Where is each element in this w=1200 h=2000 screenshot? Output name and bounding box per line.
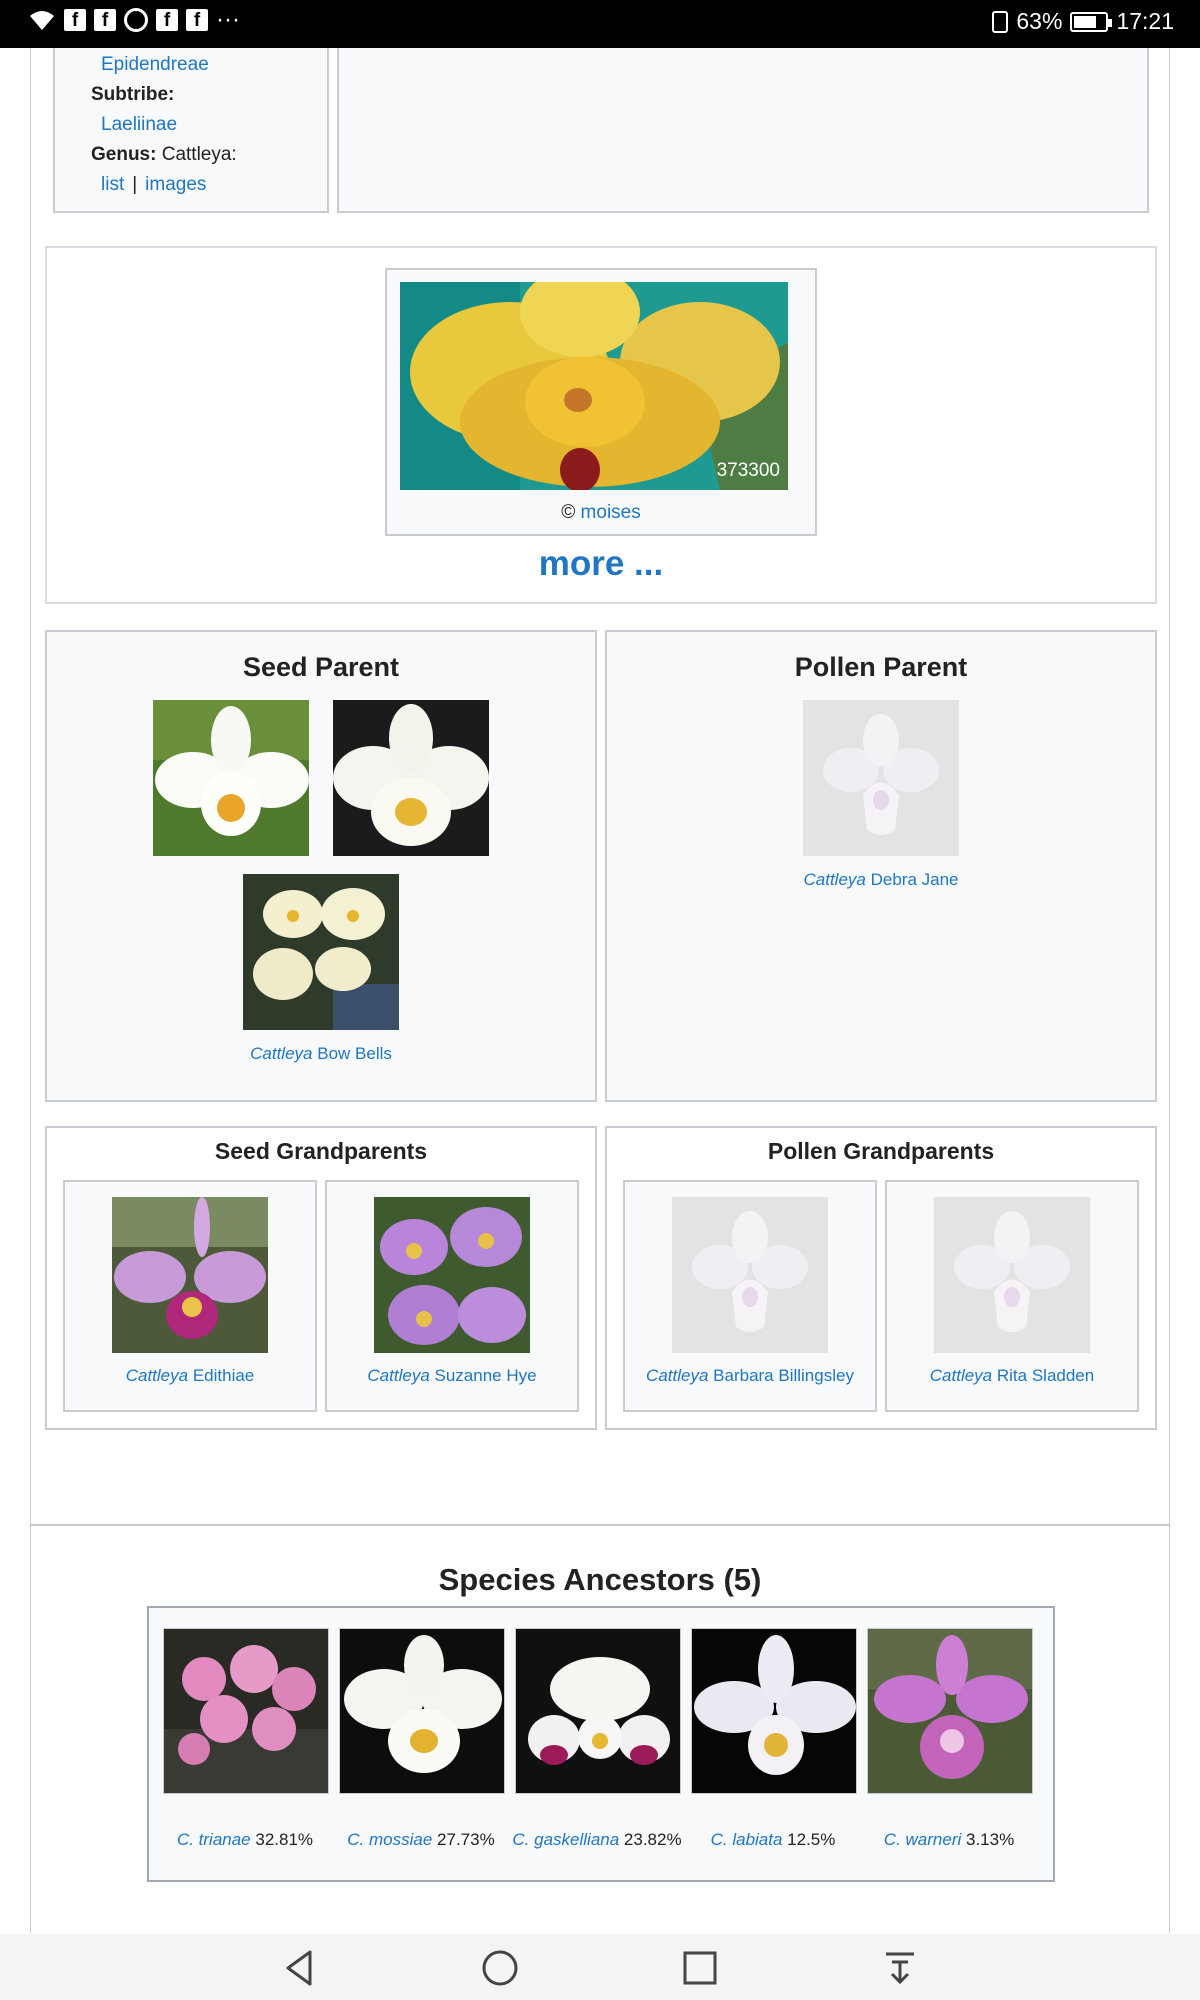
photo-gallery: 373300 © moises more ...: [45, 246, 1157, 604]
home-icon[interactable]: [478, 1946, 522, 1990]
back-icon[interactable]: [278, 1946, 322, 1990]
status-bar: f f f f ··· 63% 17:21: [0, 0, 1200, 48]
species-ancestors-title: Species Ancestors (5): [438, 1562, 762, 1597]
ancestor-image[interactable]: [163, 1628, 329, 1794]
grandparent-genus: Cattleya: [929, 1366, 993, 1385]
grandparent-card: Cattleya Rita Sladden: [885, 1180, 1139, 1412]
grandparent-image[interactable]: [374, 1197, 530, 1353]
ancestor-image[interactable]: [867, 1628, 1033, 1794]
genus-images-link[interactable]: images: [145, 174, 206, 195]
ancestor-link[interactable]: C. trianae: [177, 1830, 251, 1849]
grandparent-genus: Cattleya: [367, 1366, 430, 1385]
grandparent-placeholder-image[interactable]: [672, 1197, 828, 1353]
taxonomy-box: Epidendreae Subtribe: Laeliinae Genus: C…: [53, 48, 329, 213]
seed-parent-box: Seed Parent Cattleya Bow Bells: [45, 630, 597, 1102]
ancestor-image[interactable]: [691, 1628, 857, 1794]
vibrate-icon: [992, 10, 1009, 33]
facebook-icon: f: [156, 9, 178, 31]
pollen-parent-caption[interactable]: Cattleya Debra Jane: [607, 870, 1155, 890]
whatsapp-icon: [124, 8, 148, 32]
orchid-photo[interactable]: 373300: [400, 282, 788, 490]
ancestor-percent: 23.82%: [623, 1830, 682, 1849]
grandparent-image[interactable]: [112, 1197, 268, 1353]
subtribe-link[interactable]: Laeliinae: [101, 114, 177, 135]
ancestor-link[interactable]: C. labiata: [711, 1830, 783, 1849]
seed-parent-genus: Cattleya: [250, 1044, 313, 1063]
pollen-grandparents-title: Pollen Grandparents: [767, 1138, 995, 1164]
facebook-icon: f: [186, 9, 208, 31]
facebook-icon: f: [94, 9, 116, 31]
ancestor-percent: 32.81%: [255, 1830, 314, 1849]
seed-grandparents-box: Seed Grandparents Cattleya Edithiae Catt…: [45, 1126, 597, 1430]
ancestor-link[interactable]: C. mossiae: [347, 1830, 432, 1849]
seed-grandparents-title: Seed Grandparents: [214, 1138, 428, 1164]
genus-label: Genus:: [91, 144, 157, 165]
navigation-bar: [0, 1934, 1200, 2000]
ancestor-percent: 12.5%: [787, 1830, 836, 1849]
seed-parent-caption[interactable]: Cattleya Bow Bells: [47, 1044, 595, 1064]
wifi-icon: [30, 11, 54, 30]
tribe-link[interactable]: Epidendreae: [101, 54, 209, 75]
notification-shade-icon[interactable]: [878, 1946, 922, 1990]
grandparent-name: Barbara Billingsley: [713, 1366, 854, 1385]
recents-icon[interactable]: [678, 1946, 722, 1990]
seed-parent-image-2[interactable]: [333, 700, 489, 856]
grandparent-name: Rita Sladden: [996, 1366, 1095, 1385]
page-content: Epidendreae Subtribe: Laeliinae Genus: C…: [30, 48, 1170, 1933]
pollen-parent-box: Pollen Parent Cattleya Debra Jane: [605, 630, 1157, 1102]
pollen-grandparents-box: Pollen Grandparents Cattleya Barbara Bil…: [605, 1126, 1157, 1430]
notification-icons: f f f f ···: [28, 8, 240, 32]
photo-id: 373300: [716, 460, 780, 481]
grandparent-genus: Cattleya: [646, 1366, 709, 1385]
grandparent-name: Edithiae: [192, 1366, 255, 1385]
grandparent-name: Suzanne Hye: [434, 1366, 537, 1385]
clock: 17:21: [1116, 8, 1174, 34]
ancestor-percent: 27.73%: [437, 1830, 495, 1849]
seed-parent-image-3[interactable]: [243, 874, 399, 1030]
grandparent-caption[interactable]: Cattleya Edithiae: [65, 1366, 315, 1386]
pollen-parent-genus: Cattleya: [803, 870, 866, 889]
ancestor-caption: C. labiata 12.5%: [685, 1830, 861, 1850]
ancestor-image[interactable]: [515, 1628, 681, 1794]
photo-credit: © moises: [387, 502, 815, 524]
seed-parent-title: Seed Parent: [242, 652, 400, 682]
subtribe-label: Subtribe:: [91, 84, 175, 105]
battery-percent: 63%: [1016, 8, 1063, 34]
pollen-parent-placeholder-image[interactable]: [803, 700, 959, 856]
grandparent-genus: Cattleya: [125, 1366, 189, 1385]
grandparent-caption[interactable]: Cattleya Suzanne Hye: [327, 1366, 577, 1386]
grandparent-placeholder-image[interactable]: [934, 1197, 1090, 1353]
grandparent-card: Cattleya Suzanne Hye: [325, 1180, 579, 1412]
copyright-symbol: ©: [561, 502, 576, 523]
grandparent-card: Cattleya Barbara Billingsley: [623, 1180, 877, 1412]
genus-list-link[interactable]: list: [101, 174, 124, 195]
taxonomy-side-panel: [337, 48, 1149, 213]
facebook-icon: f: [64, 9, 86, 31]
battery-icon: [1070, 11, 1113, 32]
ancestor-caption: C. trianae 32.81%: [157, 1830, 333, 1850]
ancestor-link[interactable]: C. gaskelliana: [512, 1830, 619, 1849]
photo-thumbnail: 373300 © moises: [385, 268, 817, 536]
more-notifications-icon: ···: [216, 6, 240, 33]
pollen-parent-name: Debra Jane: [870, 870, 959, 889]
more-photos-link[interactable]: more ...: [47, 544, 1155, 584]
ancestor-image[interactable]: [339, 1628, 505, 1794]
link-separator: |: [132, 174, 138, 195]
grandparent-caption[interactable]: Cattleya Rita Sladden: [887, 1366, 1137, 1386]
grandparent-caption[interactable]: Cattleya Barbara Billingsley: [625, 1366, 875, 1386]
genus-value: Cattleya:: [161, 144, 237, 165]
author-link[interactable]: moises: [581, 502, 641, 523]
seed-parent-image-1[interactable]: [153, 700, 309, 856]
ancestor-caption: C. mossiae 27.73%: [333, 1830, 509, 1850]
pollen-parent-title: Pollen Parent: [794, 652, 968, 682]
ancestor-caption: C. warneri 3.13%: [861, 1830, 1037, 1850]
seed-parent-name: Bow Bells: [317, 1044, 392, 1063]
ancestor-caption: C. gaskelliana 23.82%: [509, 1830, 685, 1850]
section-divider: [31, 1524, 1169, 1526]
grandparent-card: Cattleya Edithiae: [63, 1180, 317, 1412]
ancestor-link[interactable]: C. warneri: [884, 1830, 961, 1849]
ancestor-percent: 3.13%: [966, 1830, 1015, 1849]
species-ancestors-gallery: C. trianae 32.81% C. mossiae 27.73% C. g…: [147, 1606, 1055, 1882]
